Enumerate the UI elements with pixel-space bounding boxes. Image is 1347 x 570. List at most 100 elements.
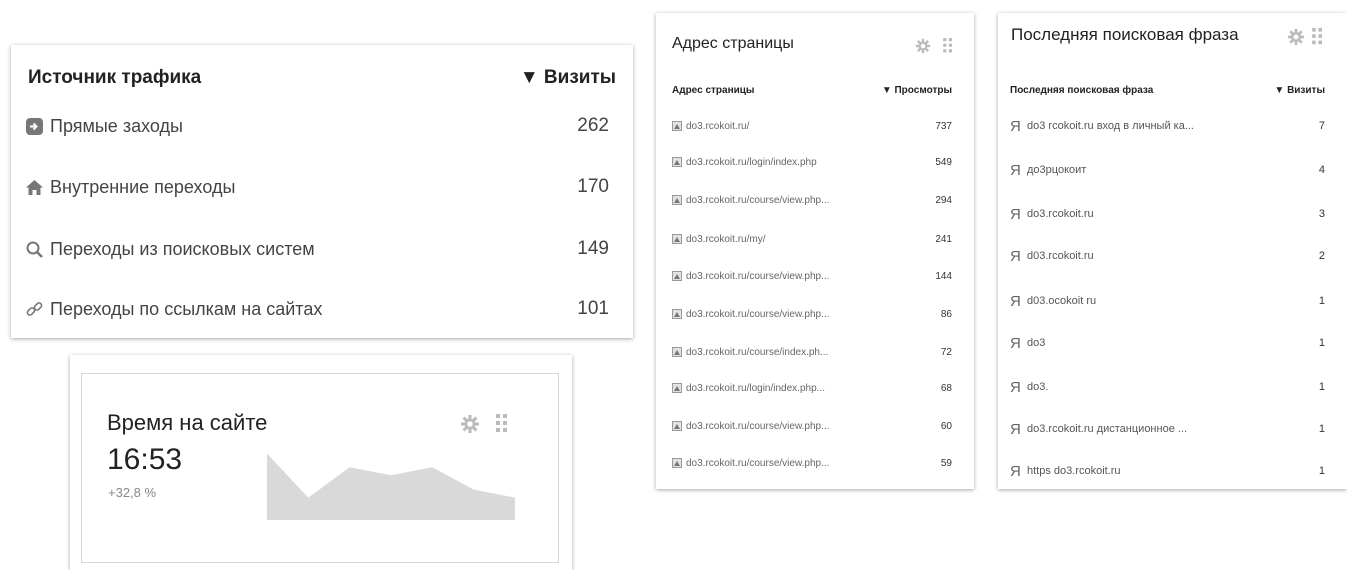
search-row[interactable]: Яdo3 1 bbox=[1010, 333, 1325, 353]
page-row[interactable]: do3.rcokoit.ru/course/view.php... 144 bbox=[672, 267, 952, 285]
drag-handle-icon[interactable] bbox=[943, 38, 953, 59]
page-row-label: do3.rcokoit.ru/my/ bbox=[686, 233, 766, 245]
search-phrase-title: Последняя поисковая фраза bbox=[1011, 25, 1239, 44]
yandex-icon: Я bbox=[1010, 205, 1021, 223]
page-address-widget: Адрес страницы Адрес страницы ▼ Просмотр… bbox=[656, 13, 974, 489]
search-phrase-column-header: Последняя поисковая фраза ▼ Визиты bbox=[1010, 85, 1325, 96]
search-row-value: 3 bbox=[1318, 208, 1325, 220]
arrow-in-icon bbox=[25, 117, 44, 136]
drag-handle-icon[interactable] bbox=[1312, 28, 1323, 51]
page-address-title: Адрес страницы bbox=[672, 35, 794, 52]
search-row-label: do3. bbox=[1027, 381, 1049, 393]
page-icon bbox=[672, 157, 682, 167]
search-column-label: Последняя поисковая фраза bbox=[1010, 85, 1154, 96]
home-icon bbox=[25, 178, 44, 197]
page-row-value: 549 bbox=[935, 156, 952, 168]
traffic-source-widget: Источник трафика ▼ Визиты Прямые заходы … bbox=[11, 45, 633, 338]
yandex-icon: Я bbox=[1010, 161, 1021, 179]
time-on-site-sparkline bbox=[267, 453, 515, 520]
page-icon bbox=[672, 271, 682, 281]
page-row-value: 144 bbox=[935, 270, 952, 282]
page-icon bbox=[672, 458, 682, 468]
page-row[interactable]: do3.rcokoit.ru/my/241 bbox=[672, 230, 952, 248]
search-row[interactable]: Яdo3.rcokoit.ru дистанционное ... 1 bbox=[1010, 419, 1325, 439]
yandex-icon: Я bbox=[1010, 117, 1021, 135]
time-on-site-delta: +32,8 % bbox=[108, 485, 157, 500]
traffic-row-search[interactable]: Переходы из поисковых систем 149 bbox=[25, 234, 609, 264]
page-icon bbox=[672, 234, 682, 244]
traffic-row-label: Прямые заходы bbox=[50, 115, 183, 136]
traffic-row-label: Переходы по ссылкам на сайтах bbox=[50, 298, 323, 319]
traffic-row-internal[interactable]: Внутренние переходы 170 bbox=[25, 172, 609, 202]
link-icon bbox=[25, 300, 44, 319]
search-row[interactable]: Яdo3.rcokoit.ru 3 bbox=[1010, 204, 1325, 224]
search-row[interactable]: Яd03.rcokoit.ru 2 bbox=[1010, 246, 1325, 266]
page-row[interactable]: do3.rcokoit.ru/737 bbox=[672, 117, 952, 135]
page-column-label: Адрес страницы bbox=[672, 85, 755, 96]
yandex-icon: Я bbox=[1010, 378, 1021, 396]
visits-sort-toggle[interactable]: ▼ Визиты bbox=[520, 67, 616, 89]
gear-icon[interactable] bbox=[915, 38, 931, 59]
drag-handle-icon[interactable] bbox=[496, 414, 508, 439]
page-row-label: do3.rcokoit.ru/course/view.php... bbox=[686, 420, 830, 432]
search-row-label: do3 bbox=[1027, 337, 1046, 349]
yandex-icon: Я bbox=[1010, 420, 1021, 438]
page-row-value: 60 bbox=[940, 420, 952, 432]
page-address-column-header: Адрес страницы ▼ Просмотры bbox=[672, 85, 952, 96]
search-row-value: 2 bbox=[1318, 250, 1325, 262]
search-row-value: 1 bbox=[1318, 295, 1325, 307]
traffic-row-label: Внутренние переходы bbox=[50, 176, 236, 197]
search-row-value: 4 bbox=[1318, 164, 1325, 176]
page-icon bbox=[672, 347, 682, 357]
page-row[interactable]: do3.rcokoit.ru/login/index.php 549 bbox=[672, 153, 952, 171]
page-row-value: 86 bbox=[940, 308, 952, 320]
page-row[interactable]: do3.rcokoit.ru/course/index.ph... 72 bbox=[672, 343, 952, 361]
search-row-label: d03.ocokoit ru bbox=[1027, 295, 1097, 307]
page-row[interactable]: do3.rcokoit.ru/course/view.php... 60 bbox=[672, 417, 952, 435]
gear-icon[interactable] bbox=[460, 414, 480, 439]
gear-icon[interactable] bbox=[1287, 28, 1305, 51]
traffic-row-value: 170 bbox=[577, 176, 609, 197]
time-on-site-value: 16:53 bbox=[107, 443, 183, 476]
traffic-row-links[interactable]: Переходы по ссылкам на сайтах 101 bbox=[25, 294, 609, 324]
search-row-label: d03.rcokoit.ru bbox=[1027, 250, 1094, 262]
page-row[interactable]: do3.rcokoit.ru/course/view.php... 86 bbox=[672, 305, 952, 323]
search-row-label: do3 rcokoit.ru вход в личный ка... bbox=[1027, 120, 1194, 132]
search-row-label: do3.rcokoit.ru дистанционное ... bbox=[1027, 423, 1188, 435]
search-row[interactable]: Яhttps do3.rcokoit.ru 1 bbox=[1010, 461, 1325, 481]
sparkline-area bbox=[267, 453, 515, 520]
page-row-label: do3.rcokoit.ru/ bbox=[686, 120, 750, 132]
search-row-label: до3рцокоит bbox=[1027, 164, 1087, 176]
search-row[interactable]: Ядо3рцокоит 4 bbox=[1010, 160, 1325, 180]
page-row[interactable]: do3.rcokoit.ru/login/index.php... 68 bbox=[672, 379, 952, 397]
search-row-value: 1 bbox=[1318, 423, 1325, 435]
traffic-header: Источник трафика ▼ Визиты bbox=[28, 63, 616, 93]
time-on-site-widget: Время на сайте 16:53 +32,8 % bbox=[70, 355, 572, 570]
search-row-label: do3.rcokoit.ru bbox=[1027, 208, 1094, 220]
page-icon bbox=[672, 195, 682, 205]
search-row[interactable]: Яd03.ocokoit ru 1 bbox=[1010, 291, 1325, 311]
traffic-row-value: 262 bbox=[577, 115, 609, 136]
page-icon bbox=[672, 383, 682, 393]
views-sort-toggle[interactable]: ▼ Просмотры bbox=[882, 85, 952, 96]
page-row[interactable]: do3.rcokoit.ru/course/view.php... 59 bbox=[672, 454, 952, 472]
page-row[interactable]: do3.rcokoit.ru/course/view.php... 294 bbox=[672, 191, 952, 209]
yandex-icon: Я bbox=[1010, 292, 1021, 310]
page-row-value: 68 bbox=[940, 382, 952, 394]
page-row-value: 72 bbox=[940, 346, 952, 358]
yandex-icon: Я bbox=[1010, 334, 1021, 352]
traffic-row-value: 101 bbox=[577, 298, 609, 319]
search-row-value: 7 bbox=[1318, 120, 1325, 132]
page-icon bbox=[672, 309, 682, 319]
search-row-label: https do3.rcokoit.ru bbox=[1027, 465, 1121, 477]
page-row-label: do3.rcokoit.ru/login/index.php... bbox=[686, 382, 825, 394]
search-row[interactable]: Яdo3 rcokoit.ru вход в личный ка... 7 bbox=[1010, 116, 1325, 136]
page-row-label: do3.rcokoit.ru/course/view.php... bbox=[686, 270, 830, 282]
page-row-value: 737 bbox=[935, 120, 952, 132]
search-row[interactable]: Яdo3. 1 bbox=[1010, 377, 1325, 397]
traffic-row-value: 149 bbox=[577, 238, 609, 259]
search-row-value: 1 bbox=[1318, 465, 1325, 477]
page-row-label: do3.rcokoit.ru/login/index.php bbox=[686, 156, 817, 168]
traffic-row-direct[interactable]: Прямые заходы 262 bbox=[25, 111, 609, 141]
visits-sort-toggle[interactable]: ▼ Визиты bbox=[1274, 85, 1325, 96]
